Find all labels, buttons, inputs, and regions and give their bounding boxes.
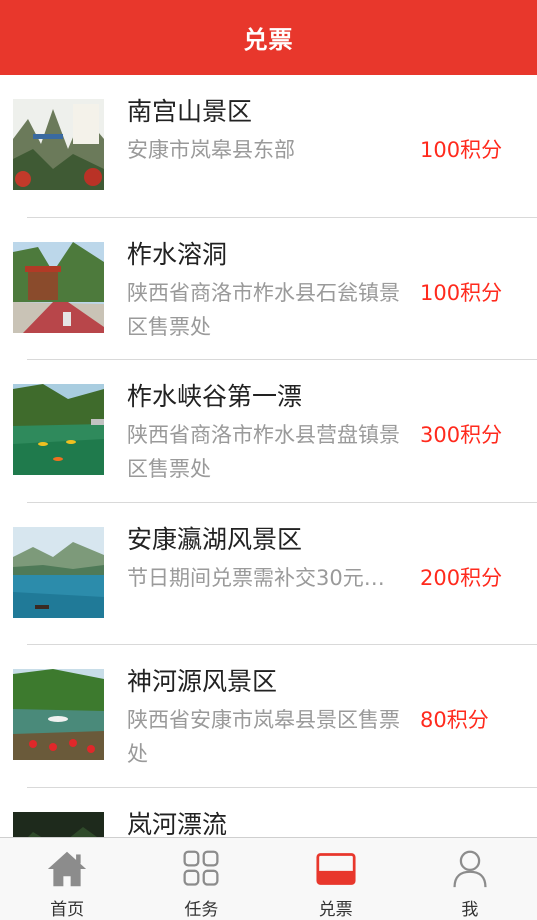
item-points: 80积分 — [420, 708, 489, 732]
item-title: 安康瀛湖风景区 — [127, 524, 303, 554]
item-location: 陕西省商洛市柞水县营盘镇景区售票处 — [127, 423, 400, 481]
item-location: 陕西省商洛市柞水县石瓮镇景区售票处 — [127, 280, 400, 339]
scenic-thumbnail — [13, 99, 104, 190]
item-title: 岚河漂流 — [127, 809, 228, 838]
ticket-list[interactable]: 南宫山景区 安康市岚皋县东部 100积分 柞水溶洞 陕西省商洛市柞水县石瓮镇景区… — [0, 75, 537, 837]
list-item[interactable]: 柞水溶洞 陕西省商洛市柞水县石瓮镇景区售票处 100积分 — [0, 218, 537, 360]
ticket-icon — [316, 853, 356, 885]
tab-tasks-label: 任务 — [184, 900, 219, 920]
list-item[interactable]: 南宫山景区 安康市岚皋县东部 100积分 — [0, 75, 537, 218]
tab-tasks[interactable]: 任务 — [134, 838, 268, 920]
item-points: 100积分 — [420, 280, 503, 305]
tab-home[interactable]: 首页 — [0, 838, 134, 920]
item-location: 节日期间兑票需补交30元… — [127, 565, 385, 590]
item-title: 柞水峡谷第一漂 — [127, 382, 303, 411]
page-header: 兑票 — [0, 0, 537, 75]
bottom-tab-bar: 首页 任务 兑票 我 — [0, 837, 537, 920]
list-item[interactable]: 柞水峡谷第一漂 陕西省商洛市柞水县营盘镇景区售票处 300积分 — [0, 360, 537, 503]
home-icon — [48, 851, 87, 887]
user-icon — [453, 850, 487, 888]
list-item[interactable]: 安康瀛湖风景区 节日期间兑票需补交30元… 200积分 — [0, 503, 537, 645]
tab-tickets[interactable]: 兑票 — [269, 838, 403, 920]
tab-me[interactable]: 我 — [403, 838, 537, 920]
item-title: 神河源风景区 — [127, 667, 278, 696]
list-item[interactable]: 神河源风景区 陕西省安康市岚皋县景区售票处 80积分 — [0, 645, 537, 788]
scenic-thumbnail — [13, 669, 104, 760]
tab-tickets-label: 兑票 — [318, 900, 353, 920]
item-points: 300积分 — [420, 423, 503, 447]
scenic-thumbnail — [13, 811, 104, 837]
page-title: 兑票 — [243, 26, 294, 54]
scenic-thumbnail — [13, 241, 104, 333]
item-title: 柞水溶洞 — [127, 239, 228, 269]
grid-icon — [183, 850, 219, 886]
scenic-thumbnail — [13, 384, 104, 475]
tab-home-label: 首页 — [50, 900, 85, 920]
item-points: 200积分 — [420, 565, 503, 590]
scenic-thumbnail — [13, 526, 104, 618]
list-item[interactable]: 岚河漂流 — [0, 788, 537, 838]
item-location: 安康市岚皋县东部 — [127, 138, 295, 162]
item-points: 100积分 — [420, 138, 503, 162]
item-title: 南宫山景区 — [127, 97, 253, 126]
tab-me-label: 我 — [461, 900, 479, 920]
item-location: 陕西省安康市岚皋县景区售票处 — [127, 708, 400, 766]
